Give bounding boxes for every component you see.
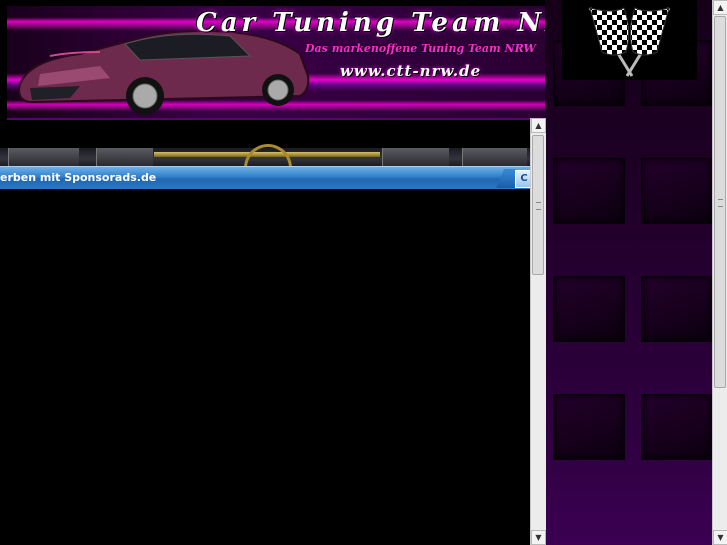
grip-lines-icon	[718, 199, 723, 207]
nav-segment[interactable]	[382, 148, 449, 166]
scroll-down-button[interactable]: ▼	[531, 530, 546, 545]
scroll-thumb[interactable]	[532, 135, 544, 275]
scroll-down-button[interactable]: ▼	[713, 530, 727, 545]
panel-tile	[553, 276, 625, 342]
main-content-area	[0, 189, 531, 545]
triangle-up-icon: ▲	[535, 121, 542, 130]
banner-title: Car Tuning Team NRW	[196, 8, 545, 38]
panel-tile	[641, 394, 713, 460]
panel-tile	[641, 158, 713, 224]
scroll-up-button[interactable]: ▲	[531, 118, 546, 133]
right-side-panel	[545, 0, 713, 545]
nav-segment[interactable]	[462, 148, 527, 166]
nav-segment[interactable]	[96, 148, 153, 166]
panel-tile	[553, 158, 625, 224]
sponsor-ad-bar: erben mit Sponsorads.de C	[0, 166, 533, 190]
panel-tile	[553, 394, 625, 460]
banner-url: www.ctt-nrw.de	[340, 62, 482, 80]
checkered-flags-icon	[562, 0, 697, 80]
sponsor-ad-text[interactable]: erben mit Sponsorads.de	[0, 171, 156, 184]
triangle-down-icon: ▼	[535, 533, 542, 542]
grip-lines-icon	[536, 202, 541, 210]
ad-bar-tab	[496, 169, 516, 188]
triangle-down-icon: ▼	[717, 533, 724, 542]
nav-segment[interactable]	[8, 148, 79, 166]
panel-tile	[641, 276, 713, 342]
header-banner: Car Tuning Team NRW Das markenoffene Tun…	[0, 0, 545, 120]
page-vertical-scrollbar[interactable]: ▲ ▼	[712, 0, 727, 545]
banner-subtitle: Das markenoffene Tuning Team NRW	[305, 42, 536, 55]
triangle-up-icon: ▲	[717, 3, 724, 12]
scroll-up-button[interactable]: ▲	[713, 0, 727, 15]
scroll-thumb[interactable]	[714, 16, 726, 388]
inner-vertical-scrollbar[interactable]: ▲ ▼	[530, 118, 546, 545]
